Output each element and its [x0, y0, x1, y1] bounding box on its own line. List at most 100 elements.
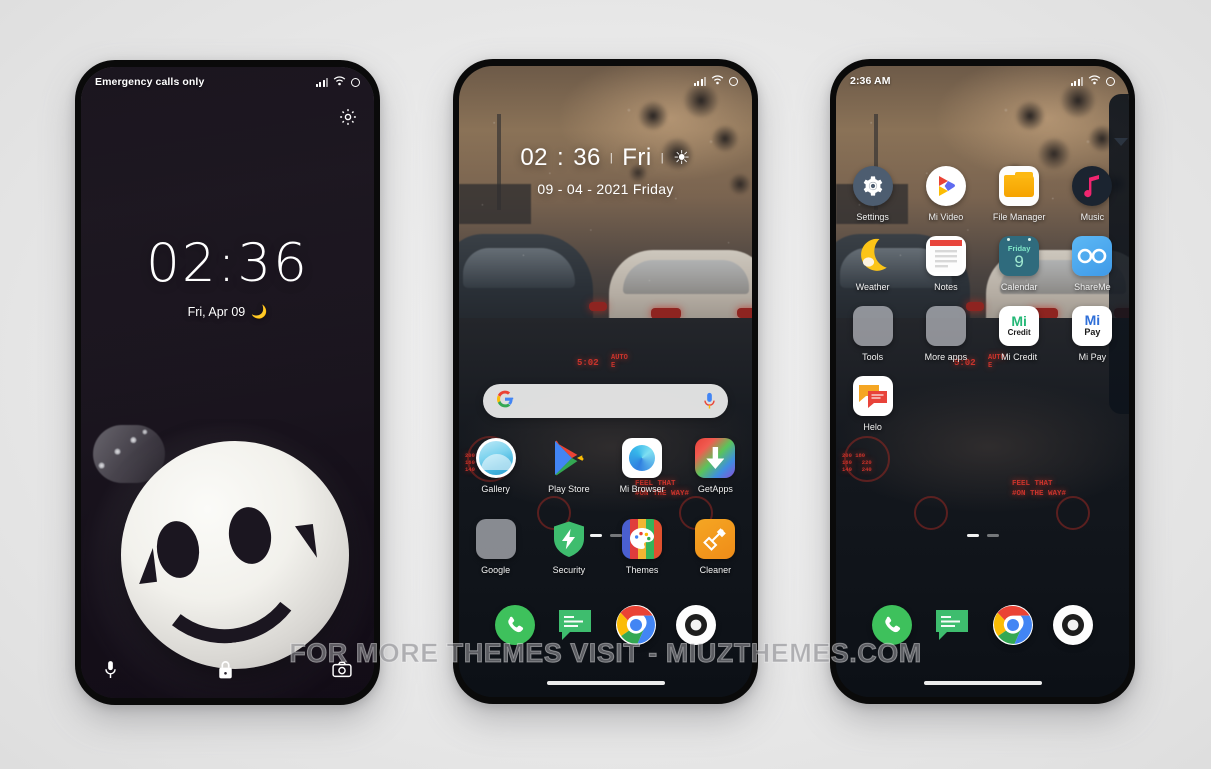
battery-icon	[1106, 76, 1115, 86]
app-settings[interactable]: Settings	[836, 166, 909, 222]
widget-date: 09 - 04 - 2021 Friday	[537, 181, 674, 197]
camera-icon[interactable]	[675, 605, 716, 645]
microphone-icon[interactable]	[103, 660, 118, 680]
home-gesture-bar[interactable]	[546, 681, 665, 685]
app-tools-folder[interactable]: Tools	[836, 306, 909, 362]
app-shareme[interactable]: ShareMe	[1056, 236, 1129, 292]
messages-icon[interactable]	[555, 605, 595, 645]
app-more-apps-folder[interactable]: More apps	[909, 306, 982, 362]
appscreen-app-grid: Settings Mi Video File Manager Music Wea…	[836, 166, 1129, 432]
play-store-icon	[549, 438, 589, 478]
app-file-manager[interactable]: File Manager	[983, 166, 1056, 222]
app-mi-pay[interactable]: Mi Pay Mi Pay	[1056, 306, 1129, 362]
app-label: Mi Video	[928, 212, 964, 222]
mi-pay-icon: Mi Pay	[1072, 306, 1113, 346]
camera-icon[interactable]	[332, 661, 352, 678]
app-label: Themes	[625, 565, 659, 575]
messages-icon[interactable]	[932, 605, 972, 645]
appscreen-dock	[836, 605, 1129, 645]
mi-credit-icon: Mi Credit	[999, 306, 1040, 346]
widget-separator: |	[609, 152, 614, 164]
app-label: Security	[552, 565, 586, 575]
widget-hours: 02	[520, 144, 549, 171]
settings-icon	[852, 166, 893, 206]
cleaner-icon	[695, 519, 736, 559]
shareme-icon	[1072, 236, 1113, 276]
getapps-icon	[695, 438, 736, 478]
battery-icon	[351, 77, 360, 87]
lock-icon[interactable]	[217, 659, 234, 680]
widget-weekday: Fri	[622, 144, 652, 171]
widget-separator: |	[660, 152, 665, 164]
page-indicator[interactable]	[836, 534, 1129, 537]
appscreen-screen[interactable]: 5:02 AUTOE FEEL THAT #ON THE WAY# 200 18…	[836, 66, 1129, 697]
app-security[interactable]: Security	[532, 519, 605, 575]
smiley-mouth	[136, 523, 320, 653]
app-getapps[interactable]: GetApps	[679, 438, 752, 494]
app-label: ShareMe	[1074, 282, 1111, 292]
page-dot	[609, 534, 622, 537]
mi-credit-top: Mi	[1011, 312, 1027, 329]
phone-icon[interactable]	[495, 605, 536, 645]
mic-icon[interactable]	[703, 392, 715, 410]
app-weather[interactable]: Weather	[836, 236, 909, 292]
app-label: Calendar	[1000, 282, 1038, 292]
app-label: Tools	[862, 352, 884, 362]
page-indicator[interactable]	[459, 534, 752, 537]
chrome-icon[interactable]	[992, 605, 1033, 645]
status-clock: 2:36 AM	[850, 75, 891, 87]
app-themes[interactable]: Themes	[606, 519, 679, 575]
gallery-icon	[475, 438, 516, 478]
battery-icon	[729, 76, 738, 86]
app-label: Mi Browser	[619, 484, 665, 494]
app-helo[interactable]: Helo	[836, 376, 909, 432]
app-music[interactable]: Music	[1056, 166, 1129, 222]
music-icon	[1072, 166, 1113, 206]
app-gallery[interactable]: Gallery	[459, 438, 532, 494]
app-calendar[interactable]: Friday 9 Calendar	[983, 236, 1056, 292]
google-search-bar[interactable]	[483, 384, 728, 418]
app-mi-credit[interactable]: Mi Credit Mi Credit	[983, 306, 1056, 362]
clock-weather-widget[interactable]: 02 : 36 | Fri | ☀ 09 - 04 - 2021 Friday	[459, 144, 752, 197]
lockscreen-date: Fri, Apr 09	[187, 305, 246, 319]
home-gesture-bar[interactable]	[923, 681, 1042, 685]
wifi-icon	[711, 74, 724, 88]
lockscreen-clock: 02:36 Fri, Apr 09 🌙	[81, 237, 374, 320]
app-label: Music	[1080, 212, 1105, 222]
signal-bars-icon	[1070, 76, 1083, 86]
app-play-store[interactable]: Play Store	[532, 438, 605, 494]
app-notes[interactable]: Notes	[909, 236, 982, 292]
app-label: Play Store	[548, 484, 590, 494]
security-icon	[549, 519, 589, 559]
app-cleaner[interactable]: Cleaner	[679, 519, 752, 575]
app-mi-video[interactable]: Mi Video	[909, 166, 982, 222]
lockscreen-screen[interactable]: Emergency calls only 02:36 Fri, Apr 09 🌙	[81, 67, 374, 698]
mi-video-icon	[925, 166, 966, 206]
camera-icon[interactable]	[1052, 605, 1093, 645]
app-label: More apps	[924, 352, 968, 362]
phone-lockscreen: Emergency calls only 02:36 Fri, Apr 09 🌙	[75, 60, 380, 705]
app-label: Weather	[855, 282, 890, 292]
statusbar-indicators	[693, 74, 738, 88]
lockscreen-wallpaper	[81, 67, 374, 698]
widget-colon: :	[557, 144, 565, 171]
wifi-icon	[333, 75, 346, 89]
appscreen-statusbar: 2:36 AM	[836, 66, 1129, 96]
phone-appscreen: 5:02 AUTOE FEEL THAT #ON THE WAY# 200 18…	[830, 59, 1135, 704]
homescreen-screen[interactable]: 5:02 AUTOE FEEL THAT #ON THE WAY# 200 18…	[459, 66, 752, 697]
wifi-icon	[1088, 74, 1101, 88]
homescreen-app-row-2: Google Security Themes Cleaner	[459, 519, 752, 575]
page-dot-active	[966, 534, 979, 537]
gear-icon[interactable]	[338, 107, 358, 127]
app-mi-browser[interactable]: Mi Browser	[606, 438, 679, 494]
google-g-icon	[496, 390, 514, 412]
helo-icon	[852, 376, 893, 416]
app-label: Settings	[856, 212, 889, 222]
phone-icon[interactable]	[872, 605, 913, 645]
app-label: Helo	[863, 422, 882, 432]
more-apps-folder-icon	[925, 306, 966, 346]
app-google-folder[interactable]: Google	[459, 519, 532, 575]
signal-bars-icon	[693, 76, 706, 86]
chrome-icon[interactable]	[615, 605, 656, 645]
weather-icon	[853, 236, 893, 276]
